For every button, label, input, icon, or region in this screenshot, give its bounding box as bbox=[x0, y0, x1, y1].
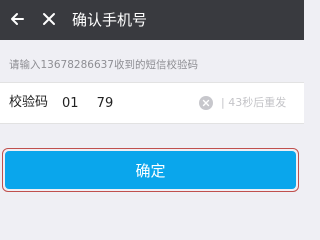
sms-hint-text: 请输入13678286637收到的短信校验码 bbox=[9, 59, 198, 71]
resend-countdown: | 43秒后重发 bbox=[221, 96, 287, 109]
clear-input-button[interactable] bbox=[199, 96, 213, 110]
title-bar: 确认手机号 bbox=[0, 0, 304, 40]
confirm-button-highlight: 确定 bbox=[2, 148, 299, 192]
arrow-left-icon bbox=[11, 13, 24, 25]
verification-code-input[interactable] bbox=[62, 93, 194, 113]
close-icon bbox=[43, 13, 55, 25]
verification-code-label: 校验码 bbox=[9, 95, 49, 110]
clear-circle-icon bbox=[202, 99, 210, 107]
page-title: 确认手机号 bbox=[72, 11, 148, 29]
close-button[interactable] bbox=[38, 8, 60, 30]
confirm-button[interactable]: 确定 bbox=[5, 151, 296, 189]
verification-code-row: 校验码 | 43秒后重发 bbox=[0, 82, 304, 124]
back-button[interactable] bbox=[6, 8, 28, 30]
